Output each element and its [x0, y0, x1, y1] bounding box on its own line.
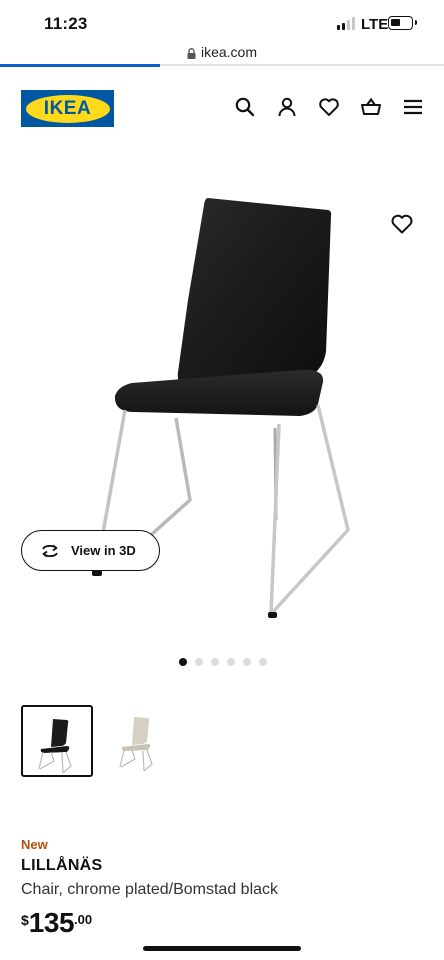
site-header: IKEA [0, 80, 444, 136]
product-image[interactable] [0, 150, 444, 650]
variant-thumbnail-black[interactable] [21, 705, 93, 777]
lock-icon [187, 47, 196, 59]
account-icon[interactable] [276, 96, 298, 118]
gallery-pagination [0, 658, 444, 666]
price-currency: $ [21, 912, 29, 928]
network-type: LTE [361, 16, 389, 33]
menu-icon[interactable] [402, 96, 424, 118]
view-in-3d-label: View in 3D [71, 543, 136, 558]
heart-icon[interactable] [318, 96, 340, 118]
clock: 11:23 [44, 14, 88, 33]
product-name: LILLÅNÄS [21, 857, 103, 874]
gallery-dot[interactable] [259, 658, 267, 666]
add-to-wishlist-icon[interactable] [390, 212, 414, 236]
new-badge: New [21, 837, 48, 852]
cart-icon[interactable] [360, 96, 382, 118]
gallery-dot[interactable] [243, 658, 251, 666]
gallery-dot[interactable] [179, 658, 187, 666]
gallery-dot[interactable] [195, 658, 203, 666]
gallery-dot[interactable] [227, 658, 235, 666]
price-cents: .00 [74, 912, 93, 927]
variant-thumbnail-beige[interactable] [104, 705, 176, 777]
view-in-3d-button[interactable]: View in 3D [21, 530, 160, 571]
rotate-3d-icon [42, 544, 58, 557]
gallery-dot[interactable] [211, 658, 219, 666]
search-icon[interactable] [234, 96, 256, 118]
product-price: $ 135 .00 [21, 908, 92, 938]
product-description: Chair, chrome plated/Bomstad black [21, 881, 279, 898]
price-whole: 135 [28, 907, 75, 938]
home-indicator [143, 946, 301, 951]
page-load-progress-fill [0, 64, 160, 67]
page-load-progress [0, 64, 444, 67]
address-bar[interactable]: ikea.com [0, 38, 444, 66]
url-text: ikea.com [200, 44, 258, 60]
signal-icon [337, 17, 355, 30]
battery-icon [388, 16, 417, 30]
ikea-logo[interactable]: IKEA [21, 90, 114, 127]
logo-text: IKEA [43, 97, 92, 119]
